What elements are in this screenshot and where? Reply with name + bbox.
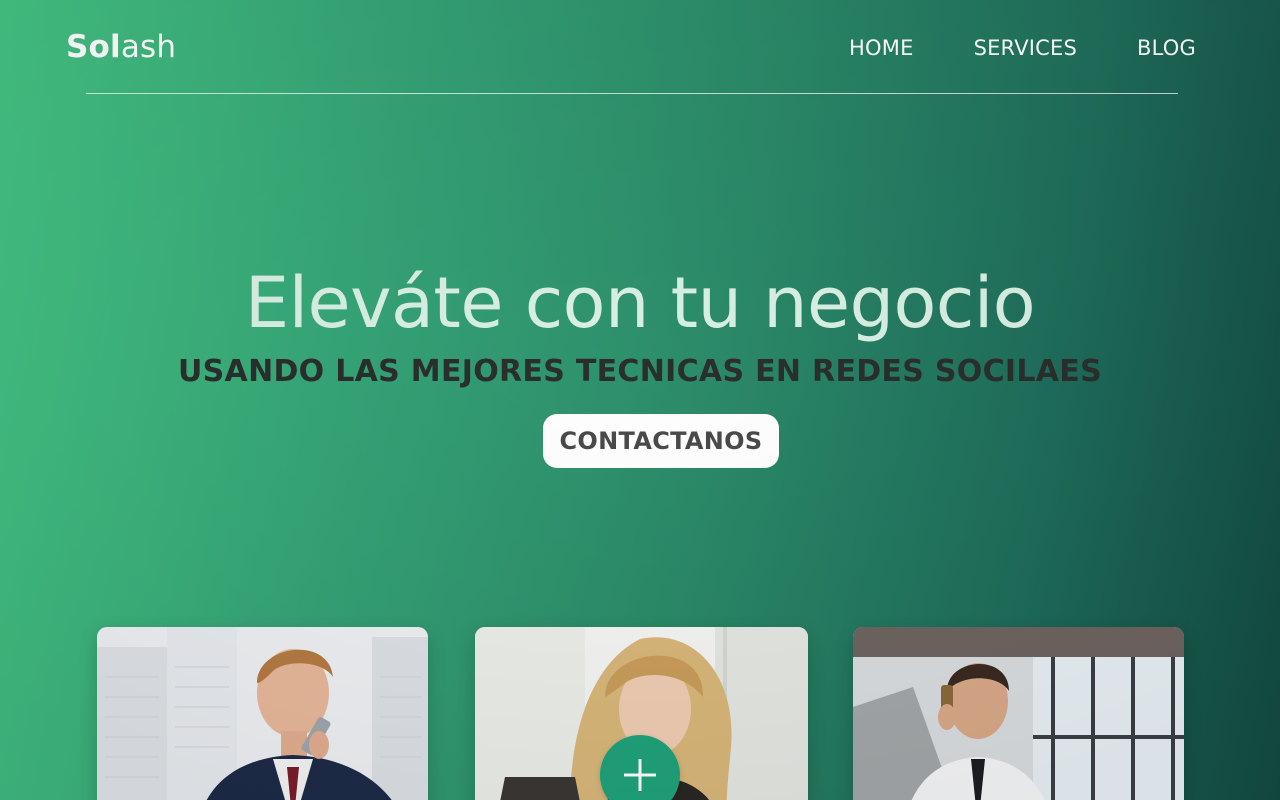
hero-subtitle: USANDO LAS MEJORES TECNICAS EN REDES SOC… xyxy=(177,354,1103,389)
main-nav: HOME SERVICES BLOG xyxy=(849,32,1196,64)
service-card-1[interactable] xyxy=(97,627,428,800)
card-3-photo xyxy=(853,627,1184,800)
brand-logo-bold: Sol xyxy=(66,29,121,65)
service-card-3[interactable] xyxy=(853,627,1184,800)
nav-item-services[interactable]: SERVICES xyxy=(974,32,1077,64)
header-divider xyxy=(86,93,1178,94)
card-1-photo xyxy=(97,627,428,800)
nav-item-blog[interactable]: BLOG xyxy=(1137,32,1196,64)
add-button[interactable] xyxy=(600,735,680,800)
landing-page: Solash HOME SERVICES BLOG Eleváte con tu… xyxy=(0,0,1280,800)
brand-logo[interactable]: Solash xyxy=(66,27,176,67)
hero-title: Eleváte con tu negocio xyxy=(244,262,1036,344)
brand-logo-light: ash xyxy=(120,29,177,65)
contact-button[interactable]: CONTACTANOS xyxy=(543,414,779,468)
nav-item-home[interactable]: HOME xyxy=(849,32,914,64)
plus-icon xyxy=(624,759,656,791)
